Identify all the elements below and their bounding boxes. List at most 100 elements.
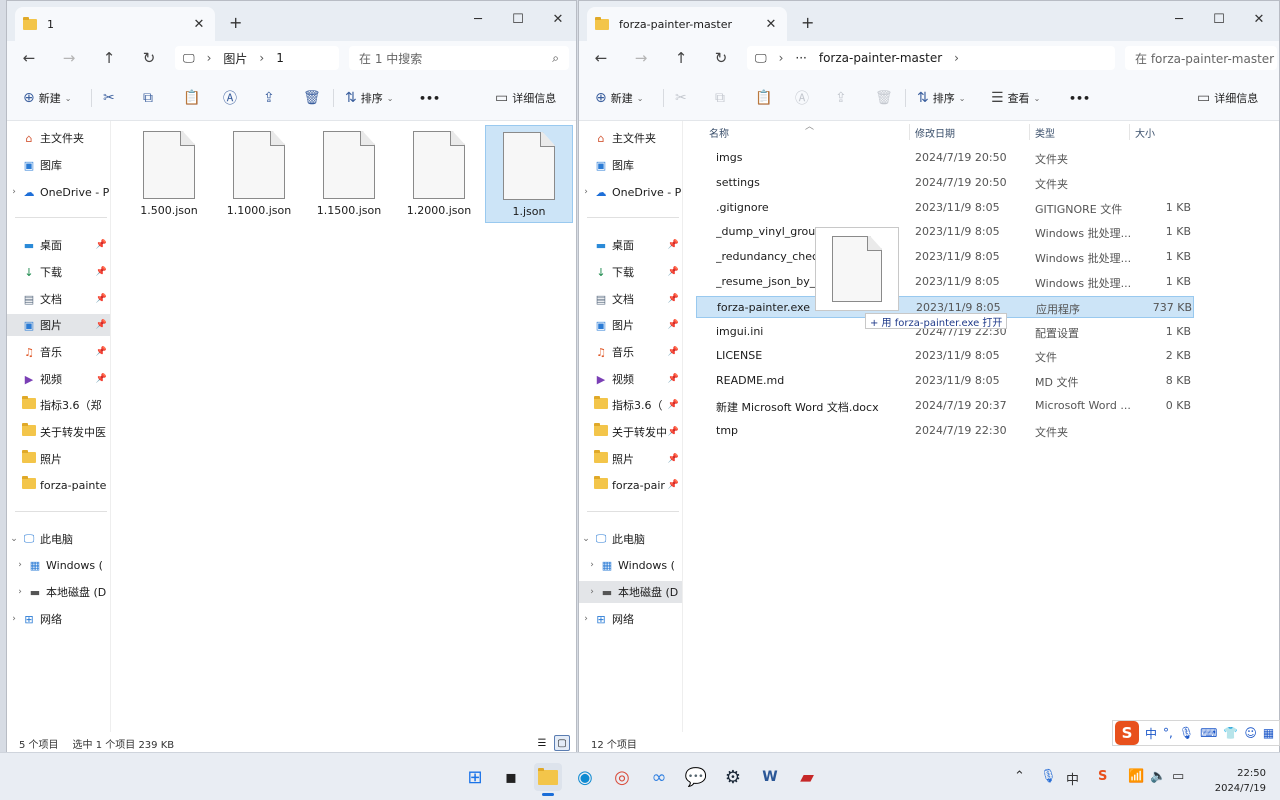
column-size[interactable]: 大小 — [1135, 125, 1155, 140]
address-bar[interactable]: 🖵 › 图片 › 1 — [175, 46, 339, 70]
nav-drive-c[interactable]: › ▦ Windows ( — [7, 554, 110, 576]
table-row[interactable]: imgs 2024/7/19 20:50 文件夹 — [696, 147, 1194, 169]
close-window-button[interactable]: ✕ — [538, 5, 576, 33]
edge-icon[interactable]: ◉ — [571, 763, 599, 791]
back-button[interactable]: ← — [17, 48, 41, 68]
sogou-tray-icon[interactable]: S — [1098, 769, 1107, 784]
maximize-button[interactable]: ☐ — [1199, 5, 1239, 33]
pin-icon[interactable]: 📌 — [668, 374, 679, 384]
nav-drive-c[interactable]: › ▦ Windows ( — [579, 554, 682, 576]
nav-quick-folder[interactable]: 指标3.6（ 📌 — [579, 394, 682, 416]
table-row[interactable]: tmp 2024/7/19 22:30 文件夹 — [696, 420, 1194, 442]
nav-quick-folder[interactable]: forza-pair 📌 — [579, 474, 682, 496]
forward-button[interactable]: → — [57, 48, 81, 68]
nav-home[interactable]: ⌂ 主文件夹 — [7, 127, 110, 149]
pin-icon[interactable]: 📌 — [96, 294, 107, 304]
keyboard-icon[interactable]: ⌨ — [1200, 726, 1217, 740]
share-button[interactable]: ⇪ — [835, 88, 847, 108]
table-row[interactable]: _dump_vinyl_group_ 2023/11/9 8:05 Windows … — [696, 221, 1194, 243]
rename-button[interactable]: Ⓐ — [223, 88, 237, 108]
toolbox-icon[interactable]: ▦ — [1263, 726, 1274, 740]
microphone-icon[interactable]: 🎙 — [1040, 769, 1057, 784]
nav-onedrive[interactable]: › ☁ OneDrive - P — [7, 181, 110, 203]
nav-this-pc[interactable]: ⌄ 🖵 此电脑 — [7, 528, 110, 550]
pin-icon[interactable]: 📌 — [668, 347, 679, 357]
column-name[interactable]: 名称 — [709, 125, 729, 140]
table-row[interactable]: README.md 2023/11/9 8:05 MD 文件 8 KB — [696, 370, 1194, 392]
minimize-button[interactable]: ─ — [1159, 5, 1199, 33]
nav-quick-music[interactable]: ♫ 音乐 📌 — [579, 341, 682, 363]
pin-icon[interactable]: 📌 — [96, 267, 107, 277]
breadcrumb-root[interactable]: 图片 — [223, 50, 247, 67]
close-tab-icon[interactable]: ✕ — [191, 17, 207, 32]
pin-icon[interactable]: 📌 — [668, 320, 679, 330]
nav-quick-pictures[interactable]: ▣ 图片 📌 — [7, 314, 110, 336]
chevron-right-icon[interactable]: › — [7, 187, 21, 197]
nav-quick-desktop[interactable]: ▬ 桌面 📌 — [579, 234, 682, 256]
file-tile[interactable]: 1.1000.json — [215, 125, 303, 223]
chevron-down-icon[interactable]: ⌄ — [579, 534, 593, 544]
forza-icon[interactable]: ▰ — [793, 763, 821, 791]
sort-button[interactable]: ⇅ 排序 ⌄ — [917, 88, 965, 108]
file-tile[interactable]: 1.500.json — [125, 125, 213, 223]
start-icon[interactable]: ⊞ — [461, 763, 489, 791]
nav-network[interactable]: › ⊞ 网络 — [7, 608, 110, 630]
column-date[interactable]: 修改日期 — [915, 125, 955, 140]
copy-button[interactable]: ⧉ — [143, 88, 153, 108]
nav-quick-folder[interactable]: 照片 — [7, 448, 110, 470]
terminal-icon[interactable]: ▪ — [497, 763, 525, 791]
column-type[interactable]: 类型 — [1035, 125, 1055, 140]
new-tab-button[interactable]: + — [229, 13, 242, 32]
nav-quick-pictures[interactable]: ▣ 图片 📌 — [579, 314, 682, 336]
pin-icon[interactable]: 📌 — [96, 347, 107, 357]
system-clock[interactable]: 22:50 2024/7/19 — [1215, 766, 1266, 796]
nav-quick-documents[interactable]: ▤ 文档 📌 — [579, 288, 682, 310]
more-button[interactable]: ••• — [1069, 88, 1090, 108]
wechat-icon[interactable]: 💬 — [682, 763, 710, 791]
nav-drive-d[interactable]: › ▬ 本地磁盘 (D — [7, 581, 110, 603]
speaker-icon[interactable]: 🔈 — [1150, 769, 1166, 784]
details-view-icon[interactable]: ☰ — [534, 735, 550, 751]
new-button[interactable]: ⊕ 新建 ⌄ — [23, 88, 71, 108]
chevron-right-icon[interactable]: › — [579, 614, 593, 624]
skin-icon[interactable]: 👕 — [1223, 726, 1238, 740]
table-row[interactable]: settings 2024/7/19 20:50 文件夹 — [696, 172, 1194, 194]
microphone-icon[interactable]: 🎙 — [1179, 726, 1194, 740]
chevron-right-icon[interactable]: › — [13, 560, 27, 570]
nav-drive-d[interactable]: › ▬ 本地磁盘 (D — [579, 581, 682, 603]
nav-quick-videos[interactable]: ▶ 视频 📌 — [579, 368, 682, 390]
chevron-right-icon[interactable]: › — [13, 587, 27, 597]
new-button[interactable]: ⊕ 新建 ⌄ — [595, 88, 643, 108]
refresh-button[interactable]: ↻ — [709, 48, 733, 68]
new-tab-button[interactable]: + — [801, 13, 814, 32]
pin-icon[interactable]: 📌 — [668, 267, 679, 277]
up-button[interactable]: ↑ — [97, 48, 121, 68]
search-box[interactable]: 在 forza-painter-master 中搜 — [1125, 46, 1277, 70]
table-row[interactable]: LICENSE 2023/11/9 8:05 文件 2 KB — [696, 345, 1194, 367]
pin-icon[interactable]: 📌 — [96, 374, 107, 384]
word-icon[interactable]: W — [756, 763, 784, 791]
delete-button[interactable]: 🗑 — [875, 88, 893, 108]
copy-button[interactable]: ⧉ — [715, 88, 725, 108]
nav-gallery[interactable]: ▣ 图库 — [579, 154, 682, 176]
search-input[interactable]: 在 forza-painter-master 中搜 — [1135, 50, 1277, 67]
pin-icon[interactable]: 📌 — [668, 400, 679, 410]
share-button[interactable]: ⇪ — [263, 88, 275, 108]
details-pane-button[interactable]: ▭ 详细信息 — [495, 88, 556, 108]
table-row[interactable]: .gitignore 2023/11/9 8:05 GITIGNORE 文件 1 KB — [696, 197, 1194, 219]
nav-quick-folder[interactable]: 关于转发中医 — [7, 421, 110, 443]
close-tab-icon[interactable]: ✕ — [763, 17, 779, 32]
sogou-logo-icon[interactable]: S — [1115, 721, 1139, 745]
nav-onedrive[interactable]: › ☁ OneDrive - P — [579, 181, 682, 203]
refresh-button[interactable]: ↻ — [137, 48, 161, 68]
ime-punctuation[interactable]: °, — [1163, 726, 1173, 740]
pin-icon[interactable]: 📌 — [668, 294, 679, 304]
file-tile-selected[interactable]: 1.json — [485, 125, 573, 223]
breadcrumb-overflow[interactable]: ··· — [795, 51, 806, 65]
pin-icon[interactable]: 📌 — [668, 454, 679, 464]
chevron-right-icon[interactable]: › — [585, 587, 599, 597]
cut-button[interactable]: ✂ — [675, 88, 687, 108]
nav-quick-desktop[interactable]: ▬ 桌面 📌 — [7, 234, 110, 256]
tab-active[interactable]: forza-painter-master ✕ — [587, 7, 787, 41]
pin-icon[interactable]: 📌 — [668, 427, 679, 437]
